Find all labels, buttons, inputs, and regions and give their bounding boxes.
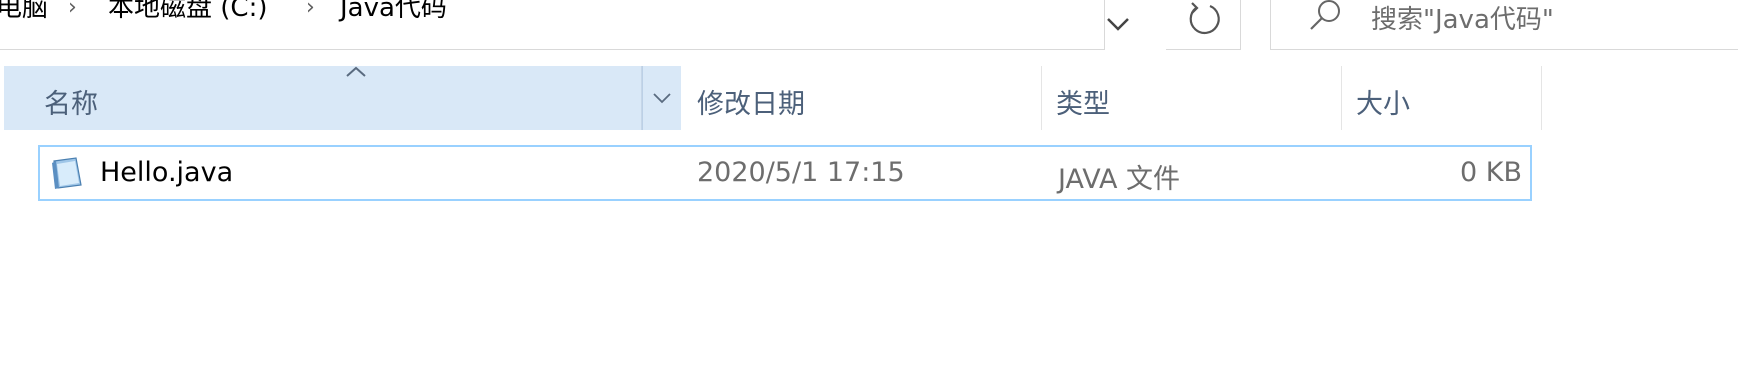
address-history-button[interactable] (1105, 0, 1175, 50)
column-header-label: 类型 (1056, 89, 1110, 120)
breadcrumb-chevron-icon[interactable]: › (68, 0, 77, 25)
breadcrumb-item-java-folder[interactable]: Java代码 (340, 0, 447, 25)
search-box[interactable]: 搜索"Java代码" (1270, 0, 1738, 50)
column-header-type[interactable]: 类型 (1042, 66, 1342, 130)
column-header-size[interactable]: 大小 (1342, 66, 1542, 130)
chevron-down-icon (653, 93, 671, 104)
breadcrumb-item-this-pc[interactable]: 电脑 (0, 0, 48, 25)
column-header-label: 名称 (44, 89, 98, 120)
address-bar[interactable]: 电脑 › 本地磁盘 (C:) › Java代码 (0, 0, 1105, 50)
file-type: JAVA 文件 (1058, 164, 1181, 195)
refresh-button[interactable] (1166, 0, 1241, 50)
search-input[interactable]: 搜索"Java代码" (1371, 0, 1554, 36)
breadcrumb-item-local-disk[interactable]: 本地磁盘 (C:) (108, 0, 267, 25)
search-icon (1310, 0, 1340, 30)
column-header-label: 修改日期 (697, 89, 805, 120)
breadcrumb-chevron-icon[interactable]: › (306, 0, 315, 25)
chevron-down-icon (1107, 18, 1129, 31)
file-modified-date: 2020/5/1 17:15 (697, 157, 905, 188)
refresh-icon (1189, 2, 1220, 35)
column-header-label: 大小 (1356, 89, 1410, 120)
file-name: Hello.java (100, 157, 234, 188)
java-file-icon (52, 157, 82, 189)
sort-ascending-icon (346, 66, 366, 77)
column-header-name[interactable]: 名称 (4, 66, 642, 130)
column-header-date[interactable]: 修改日期 (681, 66, 1042, 130)
file-size: 0 KB (1460, 157, 1522, 188)
column-filter-dropdown[interactable] (642, 66, 681, 130)
file-row[interactable]: Hello.java 2020/5/1 17:15 JAVA 文件 0 KB (38, 145, 1532, 201)
